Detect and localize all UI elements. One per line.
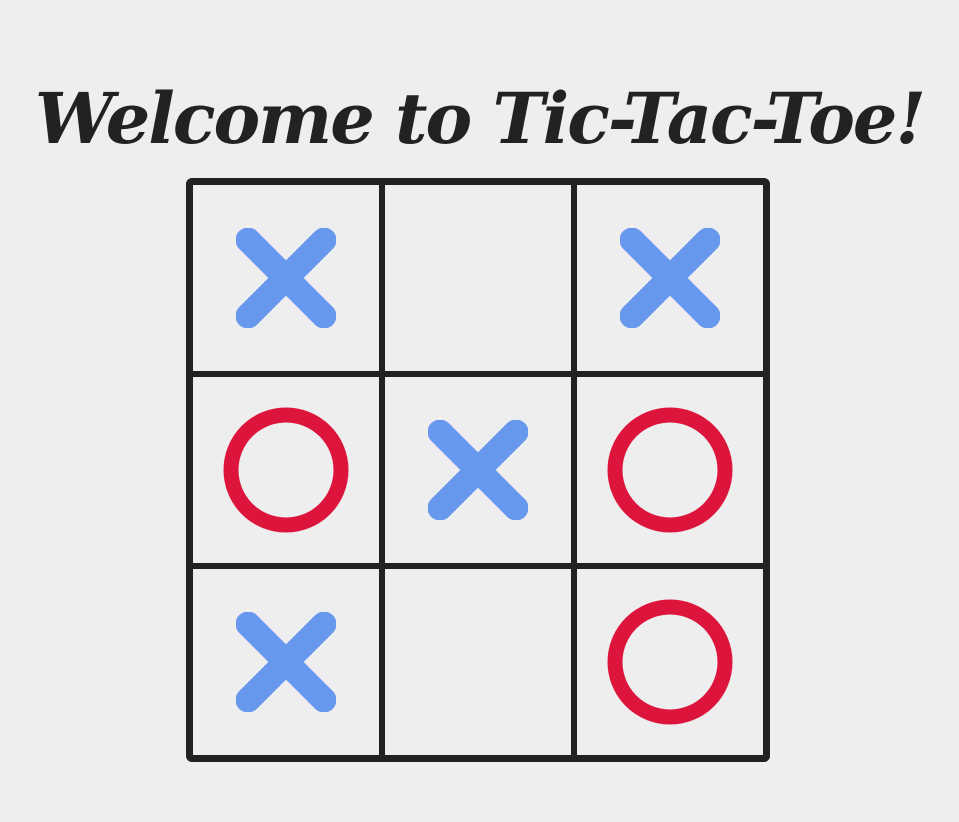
board-cell-bottom-left[interactable] (193, 569, 379, 755)
o-mark-icon (223, 407, 349, 533)
board-cell-top-center[interactable] (385, 185, 571, 371)
board-cell-middle-center[interactable] (385, 377, 571, 563)
o-mark-icon (607, 407, 733, 533)
x-mark-icon (236, 228, 336, 328)
board-cell-middle-left[interactable] (193, 377, 379, 563)
x-mark-icon (236, 612, 336, 712)
page-title: Welcome to Tic-Tac-Toe! (34, 76, 926, 160)
board-cell-bottom-center[interactable] (385, 569, 571, 755)
o-mark-icon (607, 599, 733, 725)
board-cell-bottom-right[interactable] (577, 569, 763, 755)
x-mark-icon (428, 420, 528, 520)
board-cell-top-right[interactable] (577, 185, 763, 371)
game-board (186, 178, 770, 762)
board-cell-top-left[interactable] (193, 185, 379, 371)
board-cell-middle-right[interactable] (577, 377, 763, 563)
x-mark-icon (620, 228, 720, 328)
